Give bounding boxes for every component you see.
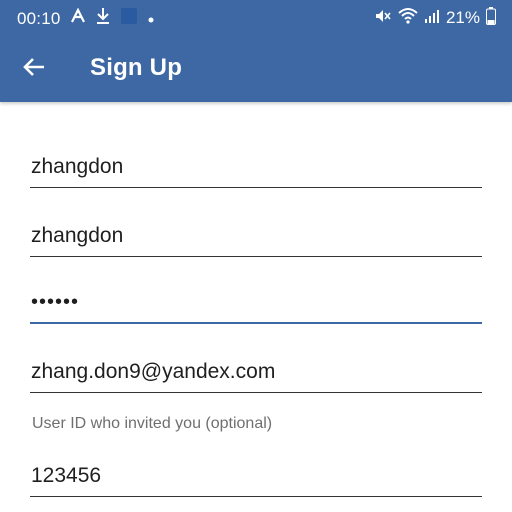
display-name-field[interactable]: zhangdon — [30, 222, 482, 257]
email-underline — [30, 392, 482, 393]
password-underline — [30, 322, 482, 324]
battery-icon — [486, 6, 496, 30]
display-name-underline — [30, 256, 482, 257]
password-field[interactable]: •••••• — [30, 288, 482, 324]
a-app-icon — [70, 7, 86, 29]
dot-icon — [148, 8, 154, 28]
signal-icon — [424, 8, 440, 29]
app-square-icon — [120, 7, 138, 30]
mute-icon — [374, 7, 392, 30]
invite-id-underline — [30, 496, 482, 497]
battery-percent: 21% — [445, 8, 480, 27]
download-icon — [96, 7, 110, 30]
email-value[interactable]: zhang.don9@yandex.com — [30, 358, 482, 386]
status-time: 00:10 — [17, 9, 61, 28]
back-button[interactable] — [18, 54, 50, 84]
status-right-icons: 21% — [374, 6, 496, 30]
display-name-value[interactable]: zhangdon — [30, 222, 482, 250]
page-title: Sign Up — [90, 54, 183, 81]
app-bar: Sign Up — [0, 36, 512, 102]
invite-id-label: User ID who invited you (optional) — [32, 415, 273, 432]
status-left-icons — [70, 6, 154, 30]
wifi-icon — [398, 7, 418, 30]
username-field[interactable]: zhangdon — [30, 153, 482, 188]
invite-id-value[interactable]: 123456 — [30, 462, 482, 490]
username-value[interactable]: zhangdon — [30, 153, 482, 181]
username-underline — [30, 187, 482, 188]
arrow-left-icon — [22, 57, 46, 82]
email-field[interactable]: zhang.don9@yandex.com — [30, 358, 482, 393]
invite-id-field[interactable]: 123456 — [30, 462, 482, 497]
status-bar: 00:10 21% — [0, 0, 512, 36]
password-value[interactable]: •••••• — [30, 288, 482, 316]
